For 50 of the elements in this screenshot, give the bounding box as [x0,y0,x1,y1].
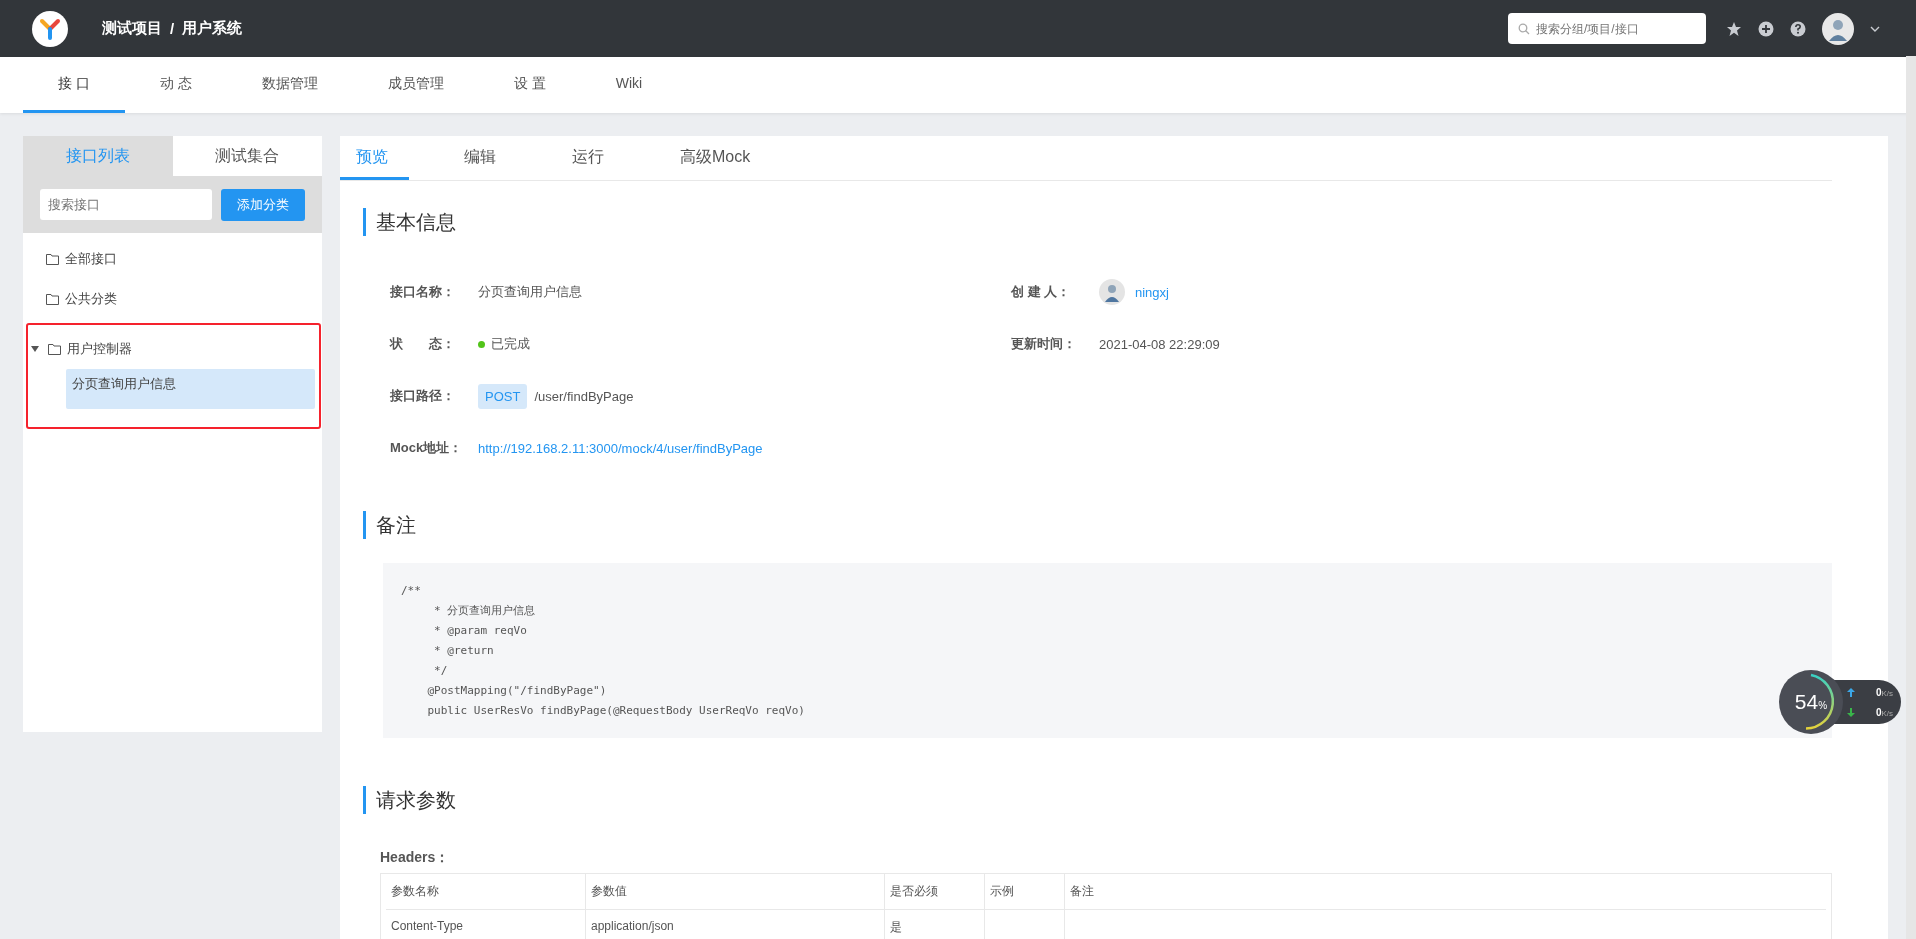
memory-percent: 54% [1794,690,1828,714]
field-label: Mock地址： [390,439,464,457]
code-line: @PostMapping("/findByPage") [426,683,608,699]
field-label: 状 态： [390,335,456,353]
tree-item[interactable]: 分页查询用户信息 [66,369,315,409]
column-header: 是否必须 [885,874,985,909]
nav-tab[interactable]: 接 口 [23,57,125,113]
upload-speed: 0K/s [1875,686,1893,698]
section-title: 基本信息 [363,208,1832,236]
search-field[interactable]: 搜索接口 [40,189,212,220]
nav-tab[interactable]: 数据管理 [226,57,353,113]
table-cell: application/json [586,910,885,939]
search-field[interactable]: 搜索分组/项目/接口 [1508,13,1706,44]
column-header: 参数值 [586,874,885,909]
field-value: 已完成 [491,335,530,353]
subsection-label: Headers： [380,849,451,867]
column-header: 参数名称 [386,874,586,909]
download-speed: 0K/s [1875,706,1893,718]
field-label: 更新时间： [1011,335,1077,353]
group-title: 用户系统 [182,19,243,38]
content-tab[interactable]: 运行 [551,136,625,180]
tree-item[interactable]: 全部接口 [65,250,117,268]
field-label: 接口名称： [390,283,456,301]
project-link[interactable]: 测试项目 [102,19,162,38]
field-label: 创 建 人： [1011,283,1072,301]
section-title: 请求参数 [363,786,1832,814]
code-line: * @param reqVo [433,623,528,639]
field-value: 2021-04-08 22:29:09 [1099,336,1220,352]
column-header: 示例 [985,874,1065,909]
field-value: 分页查询用户信息 [478,283,582,301]
nav-tab[interactable]: Wiki [580,57,678,113]
column-header: 备注 [1069,883,1095,900]
tree-item[interactable]: 用户控制器 [67,340,132,358]
nav-tab[interactable]: 动 态 [124,57,227,113]
code-line: /** [401,583,422,599]
field-value: /user/findByPage [534,388,634,404]
field-label: 接口路径： [390,387,456,405]
section-title: 备注 [363,511,1832,539]
code-line: * 分页查询用户信息 [433,603,537,619]
nav-tab[interactable]: 设 置 [478,57,581,113]
tree-item[interactable]: 公共分类 [65,290,117,308]
table-cell: Content-Type [386,910,586,939]
content-tab[interactable]: 高级Mock [659,136,772,180]
table-cell: 是 [885,910,985,939]
content-tab[interactable]: 编辑 [443,136,517,180]
method-tag: POST [478,383,528,409]
code-line: * @return [433,643,495,659]
nav-tab[interactable]: 成员管理 [352,57,479,113]
breadcrumb-separator: / [170,20,175,37]
code-line: */ [433,663,449,679]
